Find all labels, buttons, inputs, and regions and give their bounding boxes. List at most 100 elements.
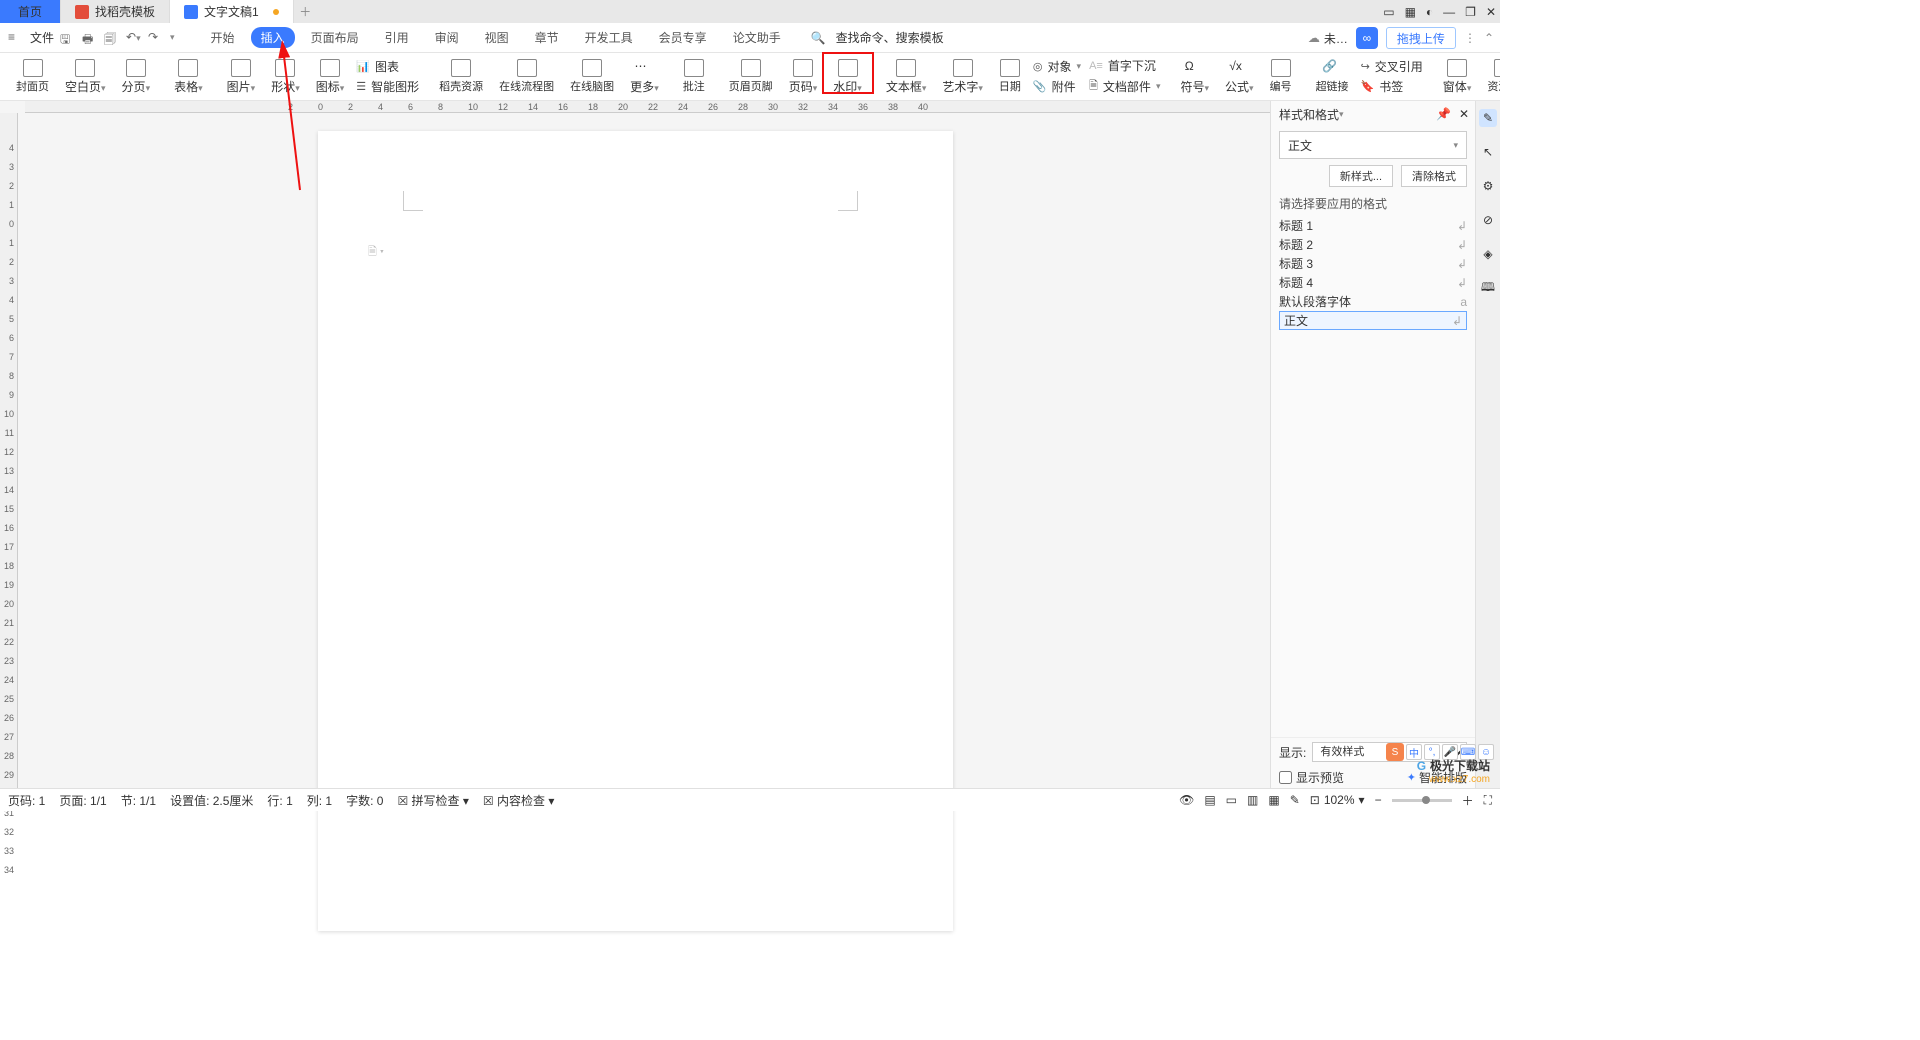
table-button[interactable]: 表格▾ — [166, 56, 211, 98]
read-pane-icon[interactable]: 🕮 — [1479, 279, 1497, 297]
style-item-default[interactable]: 默认段落字体a — [1279, 292, 1467, 311]
window-button[interactable]: 窗体▾ — [1435, 56, 1480, 98]
styles-pane-icon[interactable]: ✎ — [1479, 109, 1497, 127]
save-icon[interactable]: 🖫 — [60, 30, 76, 46]
minimize-icon[interactable]: — — [1443, 5, 1455, 19]
upload-button[interactable]: 拖拽上传 — [1386, 27, 1456, 49]
menu-review[interactable]: 审阅 — [425, 27, 469, 48]
document-page[interactable]: 🗎 ▾ — [318, 131, 953, 931]
object-button[interactable]: ◎ 对象 ▾ — [1033, 58, 1081, 75]
smartart-button[interactable]: ☰ 智能图形 — [356, 78, 419, 95]
style-item-h1[interactable]: 标题 1↲ — [1279, 216, 1467, 235]
user-avatar-icon[interactable]: ◐ — [1426, 5, 1433, 19]
status-section[interactable]: 节: 1/1 — [121, 792, 156, 809]
menu-thesis[interactable]: 论文助手 — [723, 27, 791, 48]
status-spellcheck[interactable]: ☒ 拼写检查 ▾ — [397, 792, 468, 809]
ruler-vertical[interactable]: 4321012345678910111213141516171819202122… — [0, 113, 18, 788]
page-icon[interactable]: 🗎 ▾ — [368, 243, 384, 262]
symbol-button[interactable]: Ω符号▾ — [1172, 56, 1217, 98]
status-position[interactable]: 设置值: 2.5厘米 — [170, 792, 253, 809]
docparts-button[interactable]: 🗎 文档部件 ▾ — [1089, 77, 1160, 96]
icon-button[interactable]: 图标▾ — [308, 56, 353, 98]
bookmark-button[interactable]: 🔖 书签 — [1361, 78, 1423, 95]
limit-pane-icon[interactable]: ⊘ — [1479, 211, 1497, 229]
numbering-button[interactable]: 编号 — [1262, 56, 1300, 98]
page-break-button[interactable]: 分页▾ — [114, 56, 159, 98]
preview-checkbox[interactable]: 显示预览 — [1279, 769, 1344, 786]
file-menu[interactable]: 文件 — [30, 29, 54, 46]
status-line[interactable]: 行: 1 — [267, 792, 292, 809]
tab-home[interactable]: 首页 — [0, 0, 61, 23]
view-read-icon[interactable]: ▦ — [1268, 793, 1279, 807]
zoom-slider[interactable] — [1392, 799, 1452, 802]
search-box[interactable]: 🔍 查找命令、搜索模板 — [811, 29, 944, 46]
view-outline-icon[interactable]: ▤ — [1204, 793, 1215, 807]
hamburger-icon[interactable]: ≡ — [8, 30, 24, 46]
dropcap-button[interactable]: A≡ 首字下沉 — [1089, 57, 1160, 74]
comment-button[interactable]: 批注 — [675, 56, 713, 98]
hyperlink-button[interactable]: 🔗超链接 — [1308, 56, 1357, 98]
page-number-button[interactable]: 页码▾ — [781, 56, 826, 98]
menu-pagelayout[interactable]: 页面布局 — [301, 27, 369, 48]
pin-icon[interactable]: 📌 — [1436, 107, 1451, 121]
new-style-button[interactable]: 新样式... — [1329, 165, 1393, 187]
menu-reference[interactable]: 引用 — [375, 27, 419, 48]
docer-resource-button[interactable]: 稻壳资源 — [431, 56, 491, 98]
tab-templates[interactable]: 找稻壳模板 — [61, 0, 170, 23]
menu-devtools[interactable]: 开发工具 — [575, 27, 643, 48]
style-item-h4[interactable]: 标题 4↲ — [1279, 273, 1467, 292]
zoom-in-icon[interactable]: ＋ — [1462, 792, 1474, 809]
textbox-button[interactable]: 文本框▾ — [878, 56, 935, 98]
collapse-ribbon-icon[interactable]: ⋮ — [1464, 31, 1476, 45]
date-button[interactable]: 日期 — [991, 56, 1029, 98]
close-icon[interactable]: ✕ — [1486, 5, 1496, 19]
security-pane-icon[interactable]: ◈ — [1479, 245, 1497, 263]
zoom-out-icon[interactable]: − — [1375, 793, 1382, 807]
select-pane-icon[interactable]: ↖ — [1479, 143, 1497, 161]
undo-icon[interactable]: ↶▾ — [126, 30, 142, 46]
style-item-h3[interactable]: 标题 3↲ — [1279, 254, 1467, 273]
settings-pane-icon[interactable]: ⚙ — [1479, 177, 1497, 195]
layout-switch-icon[interactable]: ▭ — [1383, 5, 1394, 19]
print-preview-icon[interactable]: 🗐 — [104, 30, 120, 46]
status-contentcheck[interactable]: ☒ 内容检查 ▾ — [483, 792, 554, 809]
new-tab-button[interactable]: ＋ — [294, 0, 317, 23]
tab-document[interactable]: 文字文稿1 — [170, 0, 294, 23]
status-col[interactable]: 列: 1 — [307, 792, 332, 809]
view-page-icon[interactable]: ▭ — [1226, 793, 1237, 807]
style-item-body[interactable]: 正文↲ — [1279, 311, 1467, 330]
blank-page-button[interactable]: 空白页▾ — [57, 56, 114, 98]
menu-vip[interactable]: 会员专享 — [649, 27, 717, 48]
crossref-button[interactable]: ↪ 交叉引用 — [1361, 58, 1423, 75]
status-words[interactable]: 字数: 0 — [346, 792, 383, 809]
cover-page-button[interactable]: 封面页 — [8, 56, 57, 98]
ribbon-options-icon[interactable]: ⌃ — [1484, 31, 1494, 45]
unsaved-label[interactable]: ☁ 未… — [1308, 30, 1348, 47]
cloud-sync-icon[interactable]: ∞ — [1356, 27, 1378, 49]
chart-button[interactable]: 📊 图表 — [356, 58, 419, 75]
flowchart-button[interactable]: 在线流程图 — [491, 56, 562, 98]
menu-start[interactable]: 开始 — [201, 27, 245, 48]
fullscreen-icon[interactable]: ⛶ — [1484, 793, 1492, 808]
panel-close-icon[interactable]: ✕ — [1459, 107, 1469, 121]
status-page[interactable]: 页码: 1 — [8, 792, 45, 809]
menu-view[interactable]: 视图 — [475, 27, 519, 48]
view-web-icon[interactable]: ▥ — [1247, 793, 1258, 807]
formula-button[interactable]: √x公式▾ — [1217, 56, 1262, 98]
mindmap-button[interactable]: 在线脑图 — [562, 56, 622, 98]
ime-logo-icon[interactable]: S — [1386, 743, 1404, 761]
qat-dropdown-icon[interactable]: ▾ — [170, 32, 175, 43]
current-style-select[interactable]: 正文▾ — [1279, 131, 1467, 159]
edit-icon[interactable]: ✎ — [1290, 793, 1300, 807]
grid-icon[interactable]: ▦ — [1405, 5, 1416, 19]
clear-format-button[interactable]: 清除格式 — [1401, 165, 1467, 187]
attachment-button[interactable]: 📎 附件 — [1033, 78, 1081, 95]
zoom-control[interactable]: ⊡ 102% ▾ — [1310, 793, 1365, 807]
print-icon[interactable]: 🖶 — [82, 30, 98, 46]
menu-insert[interactable]: 插入 — [251, 27, 295, 48]
more-button[interactable]: ⋯更多▾ — [622, 56, 667, 98]
picture-button[interactable]: 图片▾ — [219, 56, 264, 98]
style-item-h2[interactable]: 标题 2↲ — [1279, 235, 1467, 254]
eye-mode-icon[interactable]: 👁 — [1179, 793, 1194, 807]
maximize-icon[interactable]: ❐ — [1465, 5, 1476, 19]
